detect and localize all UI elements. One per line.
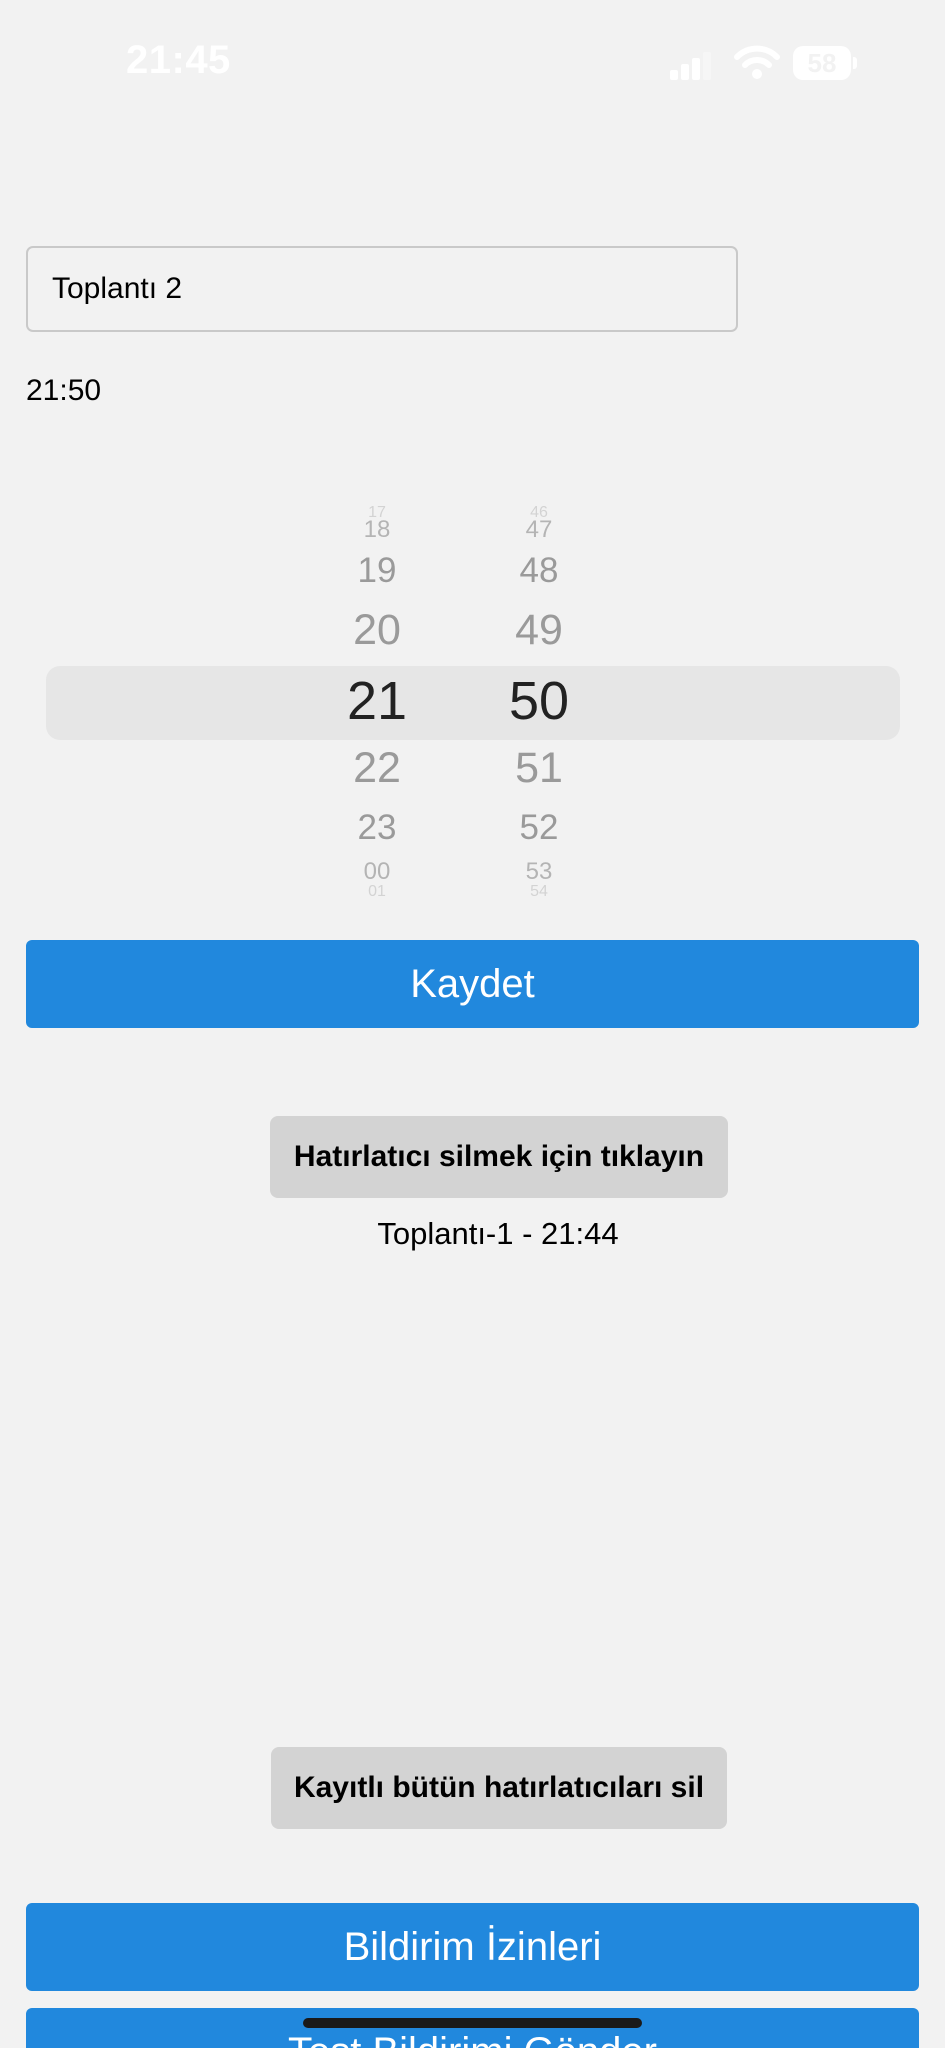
hour-option[interactable]: 00 [317, 860, 437, 884]
hour-option[interactable]: 20 [317, 609, 437, 652]
minute-option[interactable]: 49 [479, 609, 599, 652]
status-bar: 21:45 58 [0, 0, 945, 130]
selected-time-label: 21:50 [26, 374, 102, 407]
hour-option[interactable]: 01 [317, 884, 437, 900]
minute-option[interactable]: 47 [479, 518, 599, 542]
wifi-icon [734, 44, 780, 80]
save-button[interactable]: Kaydet [26, 940, 919, 1028]
minute-option-selected[interactable]: 50 [479, 674, 599, 728]
minute-option[interactable]: 54 [479, 884, 599, 900]
minute-wheel[interactable]: 46 47 48 49 50 51 52 53 54 [479, 500, 599, 900]
hour-option[interactable]: 22 [317, 747, 437, 790]
hour-option[interactable]: 19 [317, 553, 437, 588]
time-picker[interactable]: 17 18 19 20 21 22 23 00 01 46 47 48 49 5… [46, 500, 900, 900]
minute-option[interactable]: 51 [479, 747, 599, 790]
reminder-name-input[interactable] [26, 246, 738, 332]
delete-all-reminders-button[interactable]: Kayıtlı bütün hatırlatıcıları sil [271, 1747, 727, 1829]
hour-option-selected[interactable]: 21 [317, 674, 437, 728]
reminder-list-item[interactable]: Toplantı-1 - 21:44 [270, 1216, 726, 1252]
minute-option[interactable]: 53 [479, 860, 599, 884]
minute-option[interactable]: 48 [479, 553, 599, 588]
home-indicator[interactable] [303, 2018, 642, 2028]
hour-option[interactable]: 23 [317, 810, 437, 845]
hour-option[interactable]: 18 [317, 518, 437, 542]
minute-option[interactable]: 52 [479, 810, 599, 845]
delete-reminder-button[interactable]: Hatırlatıcı silmek için tıklayın [270, 1116, 728, 1198]
battery-icon: 58 [793, 46, 857, 80]
send-test-notification-button[interactable]: Test Bildirimi Gönder [26, 2008, 919, 2048]
status-time: 21:45 [126, 38, 231, 82]
notification-permissions-button[interactable]: Bildirim İzinleri [26, 1903, 919, 1991]
picker-selection-highlight [46, 666, 900, 740]
hour-wheel[interactable]: 17 18 19 20 21 22 23 00 01 [317, 500, 437, 900]
battery-level: 58 [807, 48, 837, 78]
signal-icon [670, 50, 711, 80]
